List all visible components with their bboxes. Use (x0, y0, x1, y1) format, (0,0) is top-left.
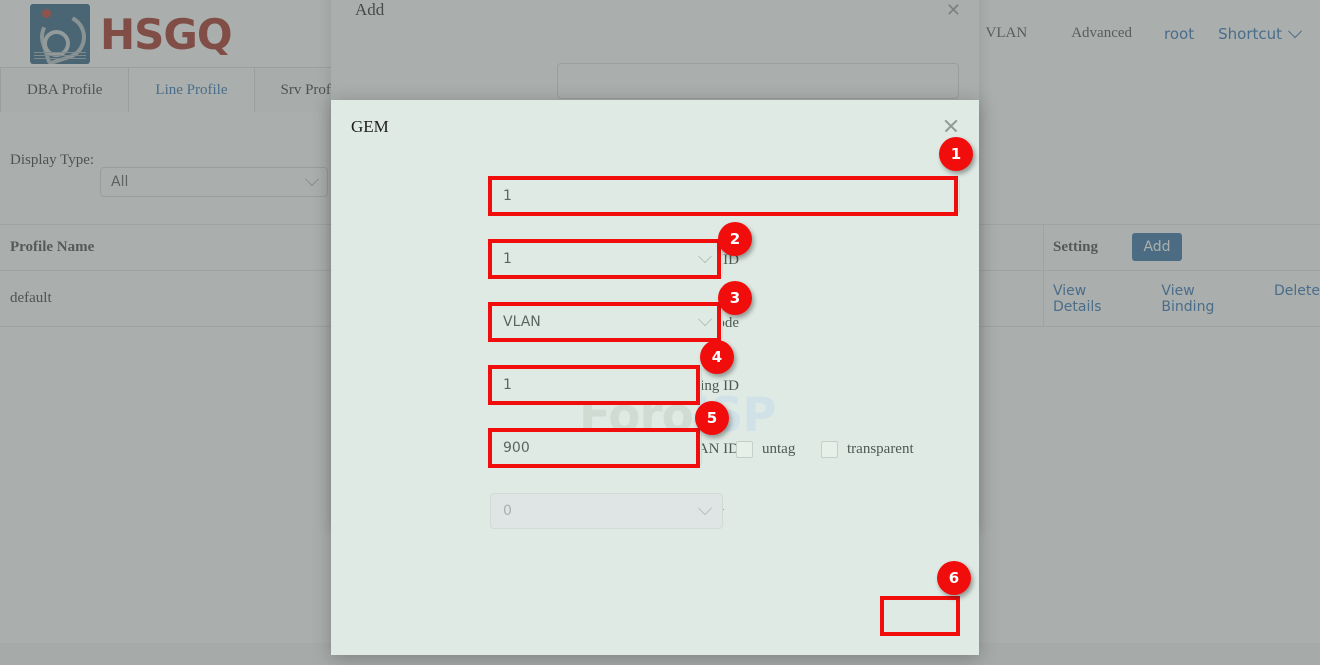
watermark-part2: ISP (693, 388, 776, 443)
vlan-priority-select[interactable]: 0 (490, 493, 723, 529)
close-icon[interactable] (943, 117, 959, 133)
tcont-id-select[interactable]: 1 (490, 241, 723, 277)
mapping-id-input[interactable]: 1 (490, 367, 702, 403)
app-root: HSGQ VLAN Advanced root Shortcut DBA Pro… (0, 0, 1320, 665)
gem-dialog: GEM ForoISP Gemport ID 1 T-CONT ID 1 Mod… (331, 100, 979, 655)
transparent-label: transparent (847, 441, 914, 458)
mode-value: VLAN (503, 314, 541, 330)
untag-checkbox[interactable]: untag (736, 441, 795, 458)
checkbox-box (736, 441, 753, 458)
vlan-priority-value: 0 (503, 503, 512, 519)
transparent-checkbox[interactable]: transparent (821, 441, 914, 458)
mode-select[interactable]: VLAN (490, 304, 723, 340)
gem-dialog-title: GEM (351, 117, 389, 137)
chevron-down-icon (698, 249, 712, 263)
vlan-id-input[interactable]: 900 (490, 430, 702, 466)
gemport-id-input[interactable]: 1 (490, 178, 960, 214)
tcont-id-value: 1 (503, 251, 512, 267)
chevron-down-icon (698, 501, 712, 515)
untag-label: untag (762, 441, 795, 458)
checkbox-box (821, 441, 838, 458)
chevron-down-icon (698, 312, 712, 326)
